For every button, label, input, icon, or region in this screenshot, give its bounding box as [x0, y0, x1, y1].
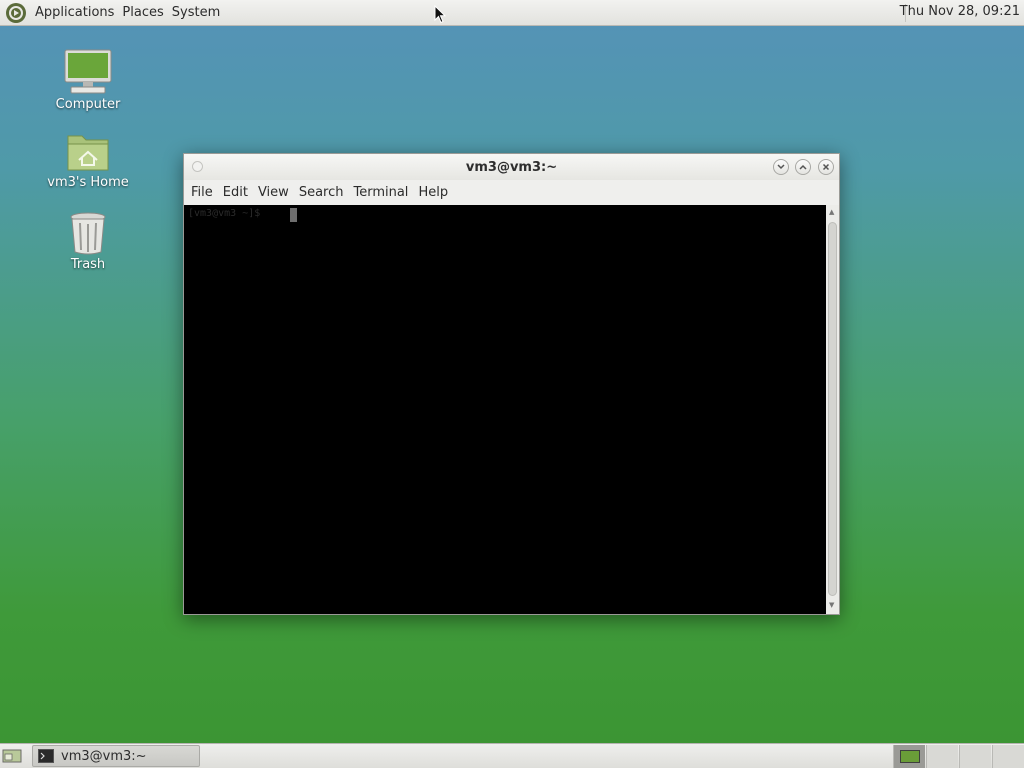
workspace-4[interactable] [992, 745, 1024, 768]
terminal-scrollbar[interactable]: ▲ ▼ [826, 205, 839, 614]
home-folder-icon [67, 135, 109, 171]
close-button[interactable] [818, 159, 834, 175]
maximize-button[interactable] [795, 159, 811, 175]
menu-search[interactable]: Search [295, 185, 348, 200]
menu-help[interactable]: Help [414, 185, 452, 200]
window-menu-icon[interactable] [192, 161, 203, 172]
computer-icon [64, 49, 112, 94]
terminal-output[interactable]: [vm3@vm3 ~]$ [184, 205, 826, 614]
trash-icon [70, 212, 106, 255]
taskbar-item-label: vm3@vm3:~ [61, 748, 147, 764]
workspace-1[interactable] [893, 745, 925, 768]
desktop-icon-label: Computer [55, 97, 121, 112]
window-title: vm3@vm3:~ [465, 159, 558, 175]
terminal-menubar: File Edit View Search Terminal Help [184, 180, 839, 205]
taskbar-item-terminal[interactable]: vm3@vm3:~ [32, 745, 200, 767]
bottom-panel: vm3@vm3:~ [0, 743, 1024, 768]
window-titlebar[interactable]: vm3@vm3:~ [184, 154, 839, 180]
close-icon [822, 163, 830, 171]
chevron-down-icon [777, 164, 785, 170]
menu-places[interactable]: Places [118, 5, 167, 20]
workspace-2[interactable] [926, 745, 958, 768]
menu-terminal[interactable]: Terminal [349, 185, 412, 200]
show-desktop-button[interactable] [1, 747, 23, 765]
scroll-up-icon[interactable]: ▲ [829, 208, 834, 216]
text-cursor [290, 208, 297, 222]
minimize-button[interactable] [773, 159, 789, 175]
chevron-up-icon [799, 164, 807, 170]
desktop-icon-label: vm3's Home [47, 175, 129, 190]
terminal-window[interactable]: vm3@vm3:~ File Edit View Search Terminal… [183, 153, 840, 615]
menu-file[interactable]: File [187, 185, 217, 200]
terminal-icon [38, 749, 54, 763]
workspace-3[interactable] [959, 745, 991, 768]
clock[interactable]: Thu Nov 28, 09:21 [900, 4, 1020, 19]
distro-logo-icon[interactable] [6, 2, 26, 23]
menu-view[interactable]: View [254, 185, 293, 200]
top-panel: Applications Places System Thu Nov 28, 0… [0, 0, 1024, 26]
scroll-down-icon[interactable]: ▼ [829, 601, 834, 609]
menu-system[interactable]: System [168, 5, 224, 20]
desktop-icon-home[interactable]: vm3's Home [38, 130, 138, 190]
desktop-icon-trash[interactable]: Trash [38, 210, 138, 272]
shell-prompt: [vm3@vm3 ~]$ [188, 208, 261, 219]
menu-edit[interactable]: Edit [219, 185, 252, 200]
workspace-window-thumbnail [900, 750, 920, 763]
desktop-icon-label: Trash [70, 257, 106, 272]
mouse-pointer-icon [434, 4, 447, 28]
menu-applications[interactable]: Applications [31, 5, 118, 20]
show-desktop-icon [2, 749, 22, 763]
desktop-icon-computer[interactable]: Computer [38, 48, 138, 112]
scrollbar-thumb[interactable] [828, 222, 837, 596]
